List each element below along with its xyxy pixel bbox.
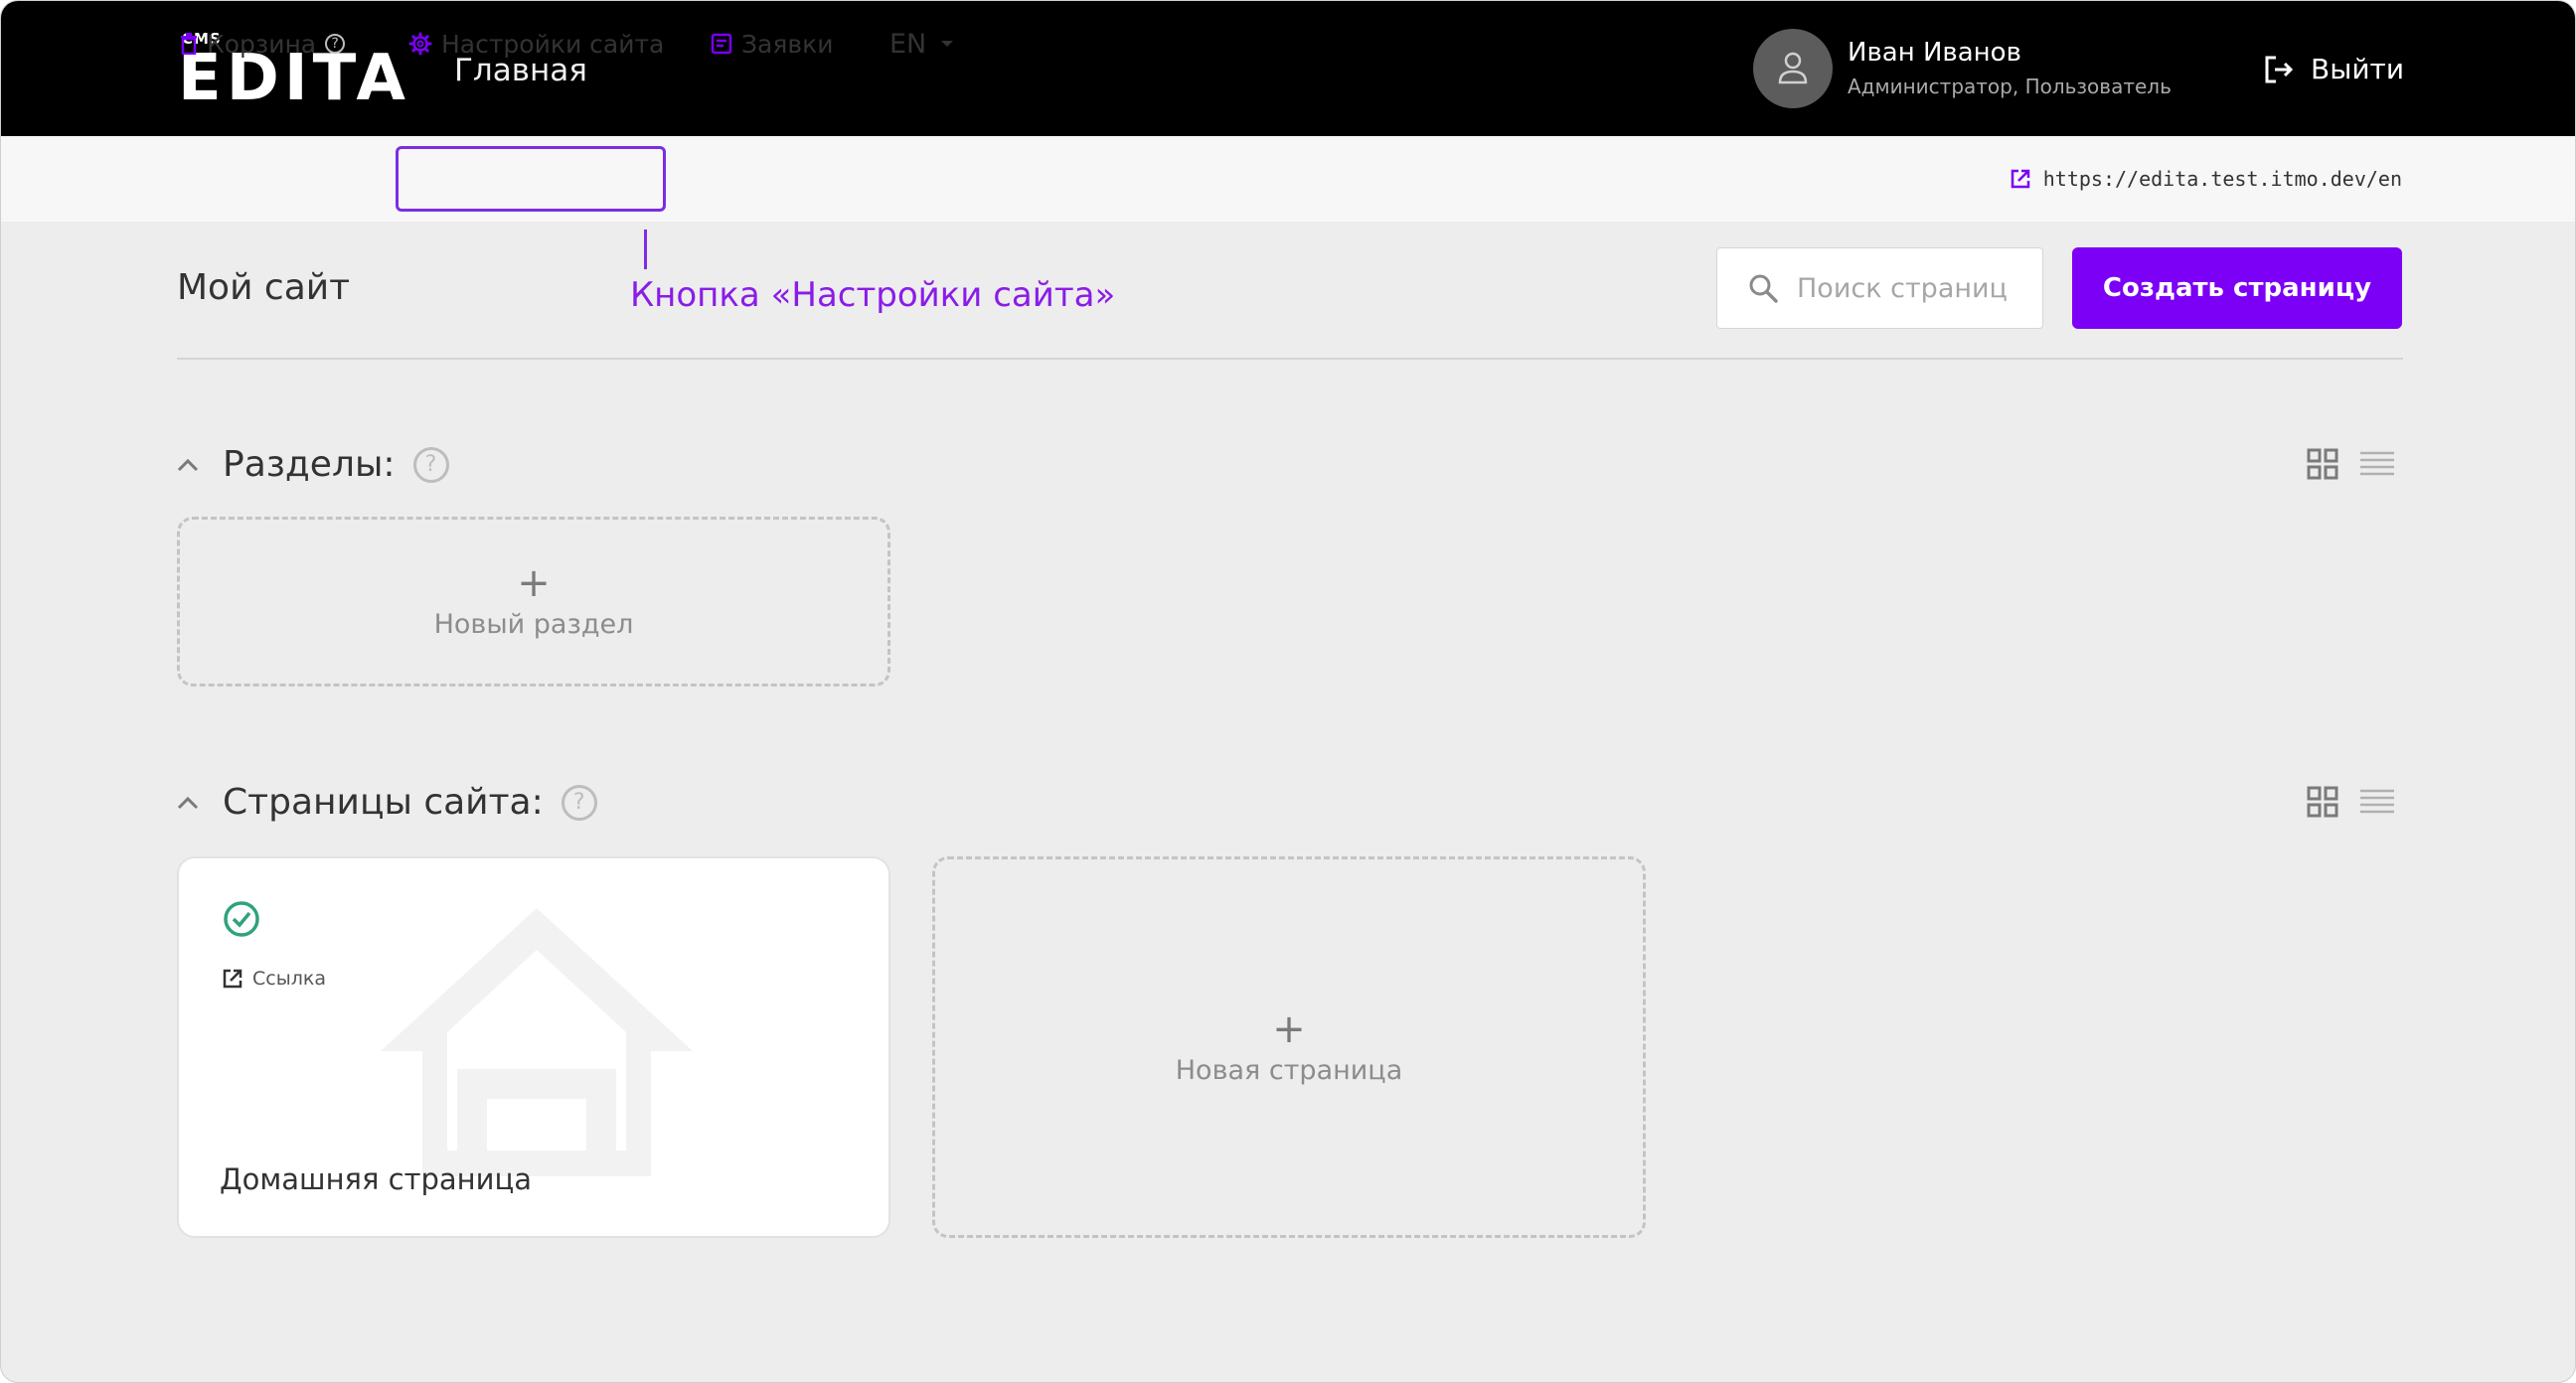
help-icon[interactable]: ? — [561, 784, 597, 821]
avatar[interactable] — [1753, 29, 1833, 108]
requests-link[interactable]: Заявки — [711, 1, 833, 86]
requests-label: Заявки — [741, 29, 834, 59]
page-name: Домашняя страница — [220, 1162, 532, 1196]
plus-icon: + — [1272, 1005, 1306, 1052]
grid-view-icon[interactable] — [2307, 786, 2338, 818]
pages-title: Страницы сайта: — [223, 782, 544, 823]
sections-view-toggle — [2307, 448, 2394, 480]
list-view-icon[interactable] — [2360, 788, 2394, 816]
caret-down-icon — [941, 41, 954, 47]
home-icon — [381, 908, 693, 1176]
callout-line — [644, 230, 647, 269]
new-section-label: Новый раздел — [433, 609, 634, 640]
help-icon[interactable]: ? — [412, 446, 449, 483]
requests-icon — [711, 33, 732, 55]
language-value: EN — [889, 28, 927, 60]
divider — [177, 358, 2403, 360]
callout-label: Кнопка «Настройки сайта» — [630, 275, 1116, 315]
page-card-home[interactable]: Ссылка Домашняя страница — [177, 856, 890, 1238]
external-link-icon — [222, 968, 243, 990]
page-link[interactable]: Ссылка — [222, 968, 326, 990]
user-icon — [1778, 52, 1808, 84]
trash-icon — [180, 33, 198, 55]
external-link-icon — [2010, 168, 2031, 190]
top-bar: CMS EDITA Главная Иван Иванов Администра… — [1, 1, 2575, 136]
pages-view-toggle — [2307, 786, 2394, 818]
sections-header: Разделы: ? — [177, 444, 449, 485]
chevron-up-icon[interactable] — [177, 458, 199, 472]
logout-icon — [2265, 56, 2294, 82]
logout-label: Выйти — [2311, 53, 2405, 85]
app-window: CMS EDITA Главная Иван Иванов Администра… — [0, 0, 2576, 1383]
list-view-icon[interactable] — [2360, 450, 2394, 478]
help-icon[interactable]: ? — [325, 34, 346, 54]
trash-link[interactable]: Корзина ? — [180, 1, 346, 86]
page-link-label: Ссылка — [252, 968, 326, 990]
site-url-link[interactable]: https://edita.test.itmo.dev/en — [2010, 136, 2402, 222]
search-box[interactable] — [1716, 247, 2043, 329]
new-page-card[interactable]: + Новая страница — [932, 856, 1646, 1238]
search-input[interactable] — [1795, 271, 2017, 305]
new-section-card[interactable]: + Новый раздел — [177, 517, 890, 687]
search-icon — [1749, 274, 1778, 303]
site-settings-label: Настройки сайта — [441, 29, 665, 59]
sections-title: Разделы: — [223, 444, 396, 485]
settings-highlight-box — [396, 146, 666, 212]
trash-label: Корзина — [207, 29, 317, 59]
site-settings-button[interactable]: Настройки сайта — [408, 1, 664, 86]
language-select[interactable]: EN — [889, 1, 954, 86]
logout-button[interactable]: Выйти — [2263, 53, 2404, 85]
plus-icon: + — [517, 560, 551, 606]
chevron-up-icon[interactable] — [177, 796, 199, 810]
page-title: Мой сайт — [177, 267, 351, 308]
gear-icon — [408, 32, 432, 56]
create-page-button[interactable]: Создать страницу — [2072, 247, 2402, 329]
pages-header: Страницы сайта: ? — [177, 782, 597, 823]
user-name[interactable]: Иван Иванов — [1848, 38, 2021, 68]
published-check-icon — [224, 901, 259, 937]
site-url-text: https://edita.test.itmo.dev/en — [2042, 167, 2402, 191]
new-page-label: Новая страница — [1175, 1054, 1403, 1086]
grid-view-icon[interactable] — [2307, 448, 2338, 480]
user-role: Администратор, Пользователь — [1848, 75, 2172, 98]
